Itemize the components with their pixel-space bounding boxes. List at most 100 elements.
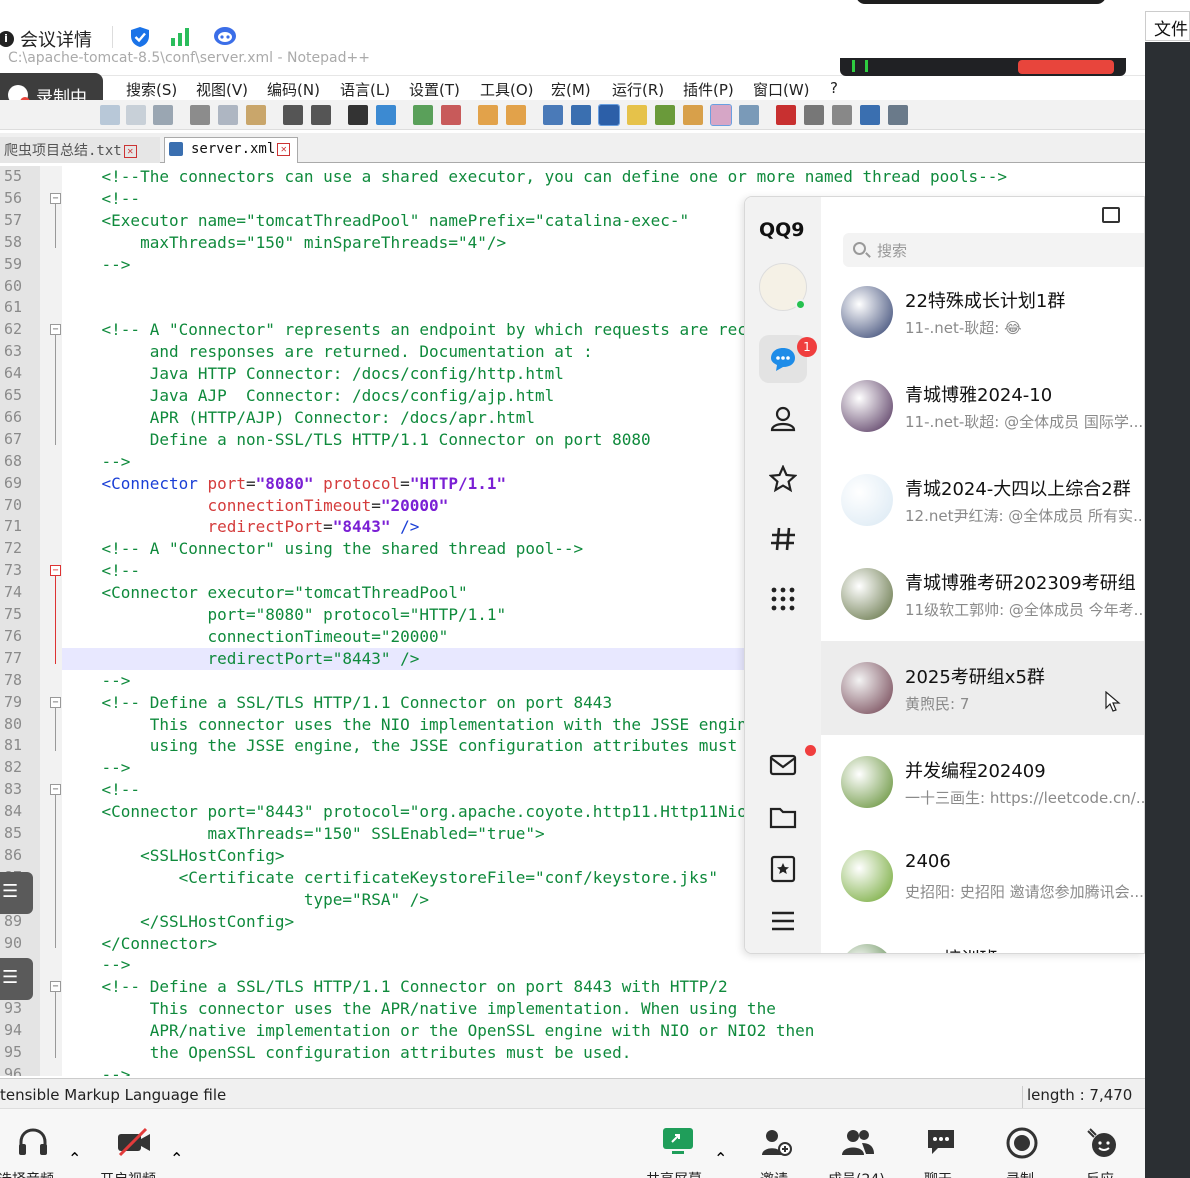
zoom-in-icon[interactable]: [413, 105, 433, 125]
qq-sidebar: QQ9 1: [745, 197, 821, 953]
members-icon[interactable]: [840, 1127, 876, 1157]
paste-icon[interactable]: [246, 105, 266, 125]
udl-icon[interactable]: [627, 105, 647, 125]
function-list-icon[interactable]: [683, 105, 703, 125]
fold-toggle-icon[interactable]: −: [50, 981, 61, 993]
indent-guide-icon[interactable]: [598, 104, 620, 126]
replace-icon[interactable]: [376, 105, 396, 125]
meeting-details-button[interactable]: i 会议详情: [0, 26, 92, 52]
menu-tools[interactable]: 工具(O): [480, 79, 534, 100]
record-icon[interactable]: [1006, 1127, 1038, 1159]
menu-run[interactable]: 运行(R): [612, 79, 664, 100]
fold-toggle-icon[interactable]: −: [50, 565, 61, 577]
more-menu-nav[interactable]: [759, 897, 807, 945]
code-text: -->: [63, 670, 131, 692]
chat-list-item[interactable]: 青城博雅2024-10 11-.net-耿超: @全体成员 国际学...: [821, 359, 1144, 453]
code-line[interactable]: 95 the OpenSSL configuration attributes …: [0, 1042, 1145, 1064]
contacts-nav[interactable]: [759, 395, 807, 443]
code-line[interactable]: 91 -->: [0, 954, 1145, 976]
window-toggle-icon[interactable]: [1102, 207, 1120, 223]
play-macro-icon[interactable]: [832, 105, 852, 125]
sync-vertical-icon[interactable]: [478, 105, 498, 125]
tab-crawler-summary[interactable]: 爬虫项目总结.txt ✕: [0, 137, 160, 163]
save-all-icon[interactable]: [126, 105, 146, 125]
shield-icon[interactable]: [130, 26, 150, 48]
zoom-out-icon[interactable]: [441, 105, 461, 125]
close-icon[interactable]: ✕: [277, 142, 291, 156]
chevron-up-icon[interactable]: ⌃: [714, 1149, 727, 1168]
menu-macro[interactable]: 宏(M): [551, 79, 591, 100]
favorites-nav[interactable]: [759, 455, 807, 503]
code-line[interactable]: 55 <!--The connectors can use a shared e…: [0, 166, 1145, 188]
chat-list-item[interactable]: 22特殊成长计划1群 11-.net-耿超: 😂: [821, 265, 1144, 359]
apps-nav[interactable]: [759, 575, 807, 623]
files-nav[interactable]: [759, 793, 807, 841]
save-macro-icon[interactable]: [888, 105, 908, 125]
menu-plugins[interactable]: 插件(P): [683, 79, 734, 100]
fold-toggle-icon[interactable]: −: [50, 696, 61, 708]
fold-toggle-icon[interactable]: −: [50, 324, 61, 336]
code-token: <!--: [63, 561, 141, 581]
record-macro-icon[interactable]: [776, 105, 796, 125]
chat-list-item[interactable]: 青城博雅考研202309考研组 11级软工郭帅: @全体成员 今年考...: [821, 547, 1144, 641]
ai-assistant-icon[interactable]: [212, 25, 238, 47]
chat-name: 2025考研组x5群: [905, 667, 1045, 688]
stop-macro-icon[interactable]: [804, 105, 824, 125]
sidebar-grip-handle[interactable]: ☰: [0, 872, 33, 914]
menu-view[interactable]: 视图(V): [196, 79, 248, 100]
monitoring-icon[interactable]: [739, 105, 759, 125]
doc-map-icon[interactable]: [655, 105, 675, 125]
fold-toggle-icon[interactable]: −: [50, 192, 61, 204]
show-all-chars-icon[interactable]: [571, 105, 591, 125]
search-input[interactable]: 搜索: [843, 233, 1144, 267]
file-button[interactable]: 文件: [1145, 11, 1190, 41]
mail-nav[interactable]: [759, 741, 816, 789]
sidebar-grip-handle[interactable]: ☰: [0, 958, 33, 1000]
chat-icon[interactable]: [926, 1127, 956, 1157]
menu-language[interactable]: 语言(L): [340, 79, 390, 100]
code-line[interactable]: 92− <!-- Define a SSL/TLS HTTP/1.1 Conne…: [0, 976, 1145, 998]
menu-window[interactable]: 窗口(W): [753, 79, 810, 100]
code-line[interactable]: 93 This connector uses the APR/native im…: [0, 998, 1145, 1020]
collections-nav[interactable]: [759, 845, 807, 893]
copy-icon[interactable]: [218, 105, 238, 125]
tab-server-xml[interactable]: server.xml ✕: [164, 137, 298, 163]
chevron-up-icon[interactable]: ⌃: [68, 1149, 81, 1168]
chat-list-item[interactable]: 青城2024-大四以上综合2群 12.net尹红涛: @全体成员 所有实...: [821, 453, 1144, 547]
save-icon[interactable]: [100, 105, 120, 125]
channels-nav[interactable]: [759, 515, 807, 563]
undo-icon[interactable]: [283, 105, 303, 125]
chat-list-item[interactable]: acm培训班: [821, 923, 1144, 953]
sync-horizontal-icon[interactable]: [506, 105, 526, 125]
signal-icon[interactable]: [170, 28, 190, 46]
invite-icon[interactable]: [760, 1127, 792, 1157]
avatar[interactable]: [759, 263, 807, 311]
menu-encoding[interactable]: 编码(N): [267, 79, 320, 100]
share-screen-icon[interactable]: [662, 1127, 694, 1155]
headset-icon[interactable]: [16, 1127, 50, 1157]
menu-help[interactable]: ?: [830, 79, 838, 97]
messages-nav[interactable]: 1: [759, 335, 817, 383]
chat-list-item[interactable]: 并发编程202409 一十三画生: https://leetcode.cn/...: [821, 735, 1144, 829]
close-icon[interactable]: ✕: [123, 144, 137, 158]
chat-list-item[interactable]: 2406 史招阳: 史招阳 邀请您参加腾讯会...: [821, 829, 1144, 923]
menu-search[interactable]: 搜索(S): [126, 79, 177, 100]
redo-icon[interactable]: [311, 105, 331, 125]
line-number: 95: [4, 1043, 23, 1061]
fold-guide: [55, 576, 56, 664]
chevron-up-icon[interactable]: ⌃: [170, 1149, 183, 1168]
fold-toggle-icon[interactable]: −: [50, 784, 61, 796]
word-wrap-icon[interactable]: [543, 105, 563, 125]
folder-as-workspace-icon[interactable]: [710, 104, 732, 126]
reaction-icon[interactable]: [1086, 1127, 1118, 1159]
code-line[interactable]: 96 -->: [0, 1064, 1145, 1076]
cut-icon[interactable]: [190, 105, 210, 125]
menu-settings[interactable]: 设置(T): [409, 79, 460, 100]
chat-list-item[interactable]: 2025考研组x5群 黄煦民: 7: [821, 641, 1144, 735]
find-icon[interactable]: [348, 105, 368, 125]
print-icon[interactable]: [153, 105, 173, 125]
run-macro-multiple-icon[interactable]: [860, 105, 880, 125]
camera-off-icon[interactable]: [116, 1127, 152, 1157]
stop-share-button[interactable]: [1018, 60, 1114, 74]
code-line[interactable]: 94 APR/native implementation or the Open…: [0, 1020, 1145, 1042]
